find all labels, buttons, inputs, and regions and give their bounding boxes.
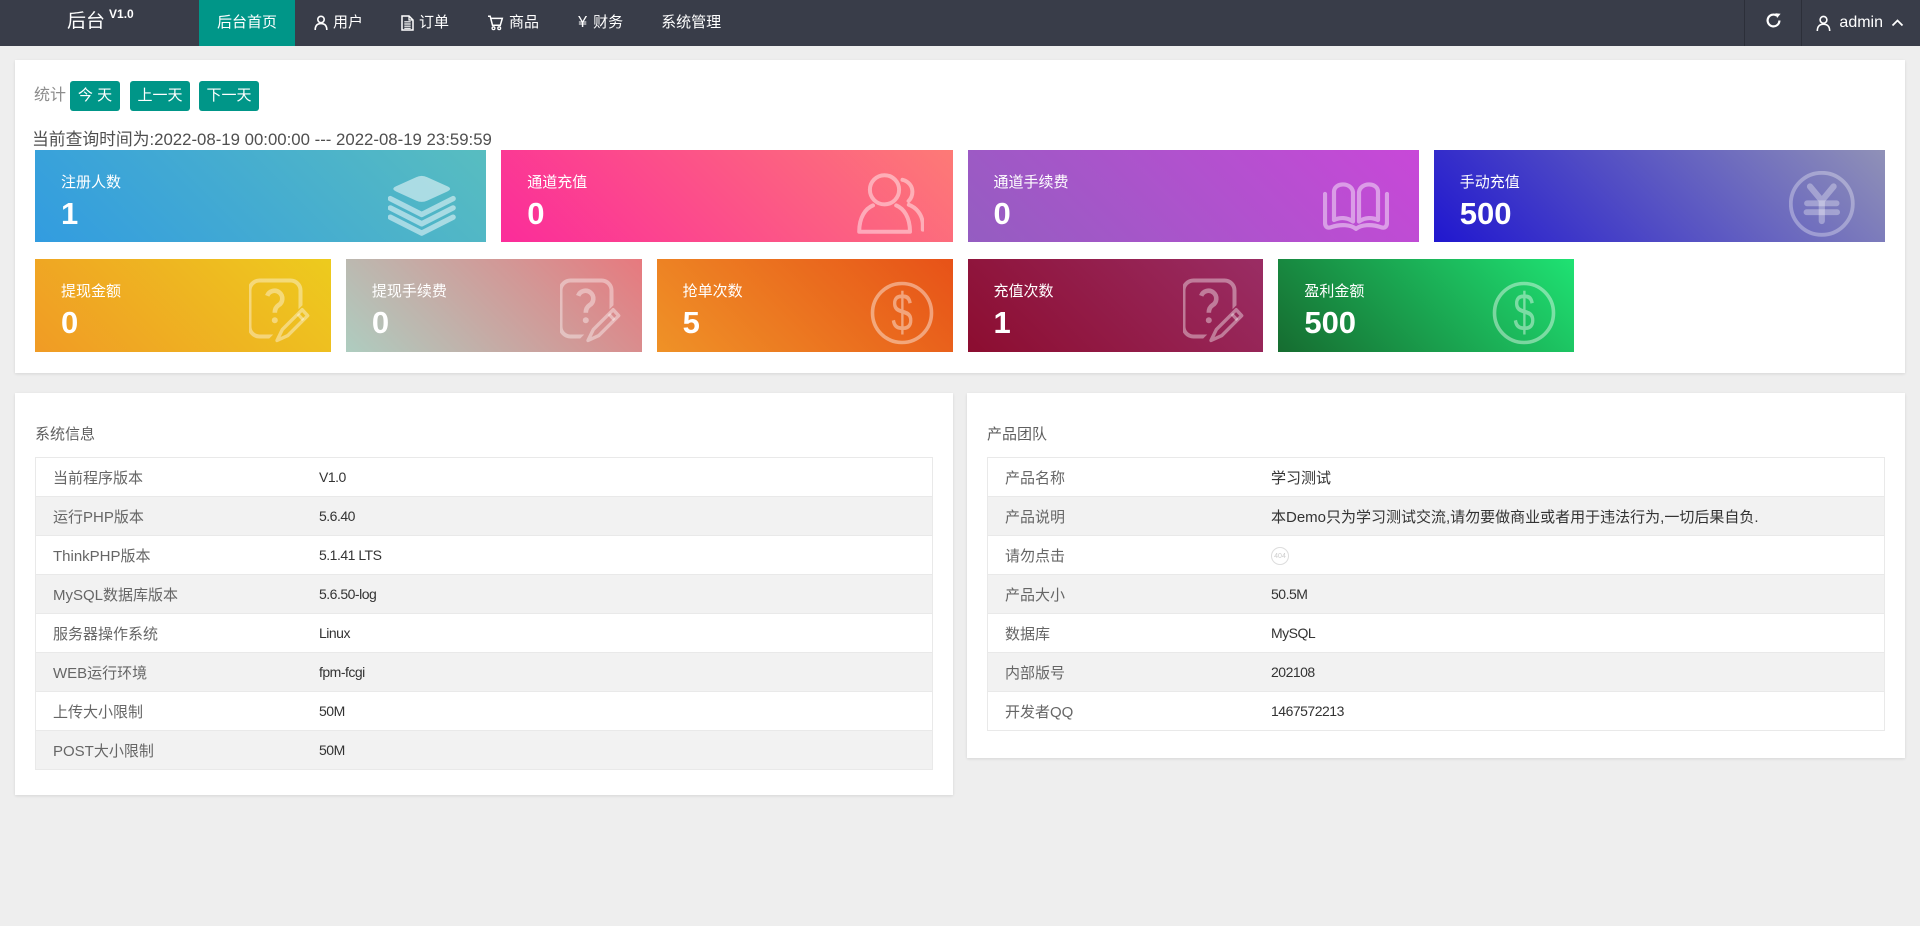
svg-text:$: $ xyxy=(891,282,913,343)
svg-text:$: $ xyxy=(1514,282,1536,343)
